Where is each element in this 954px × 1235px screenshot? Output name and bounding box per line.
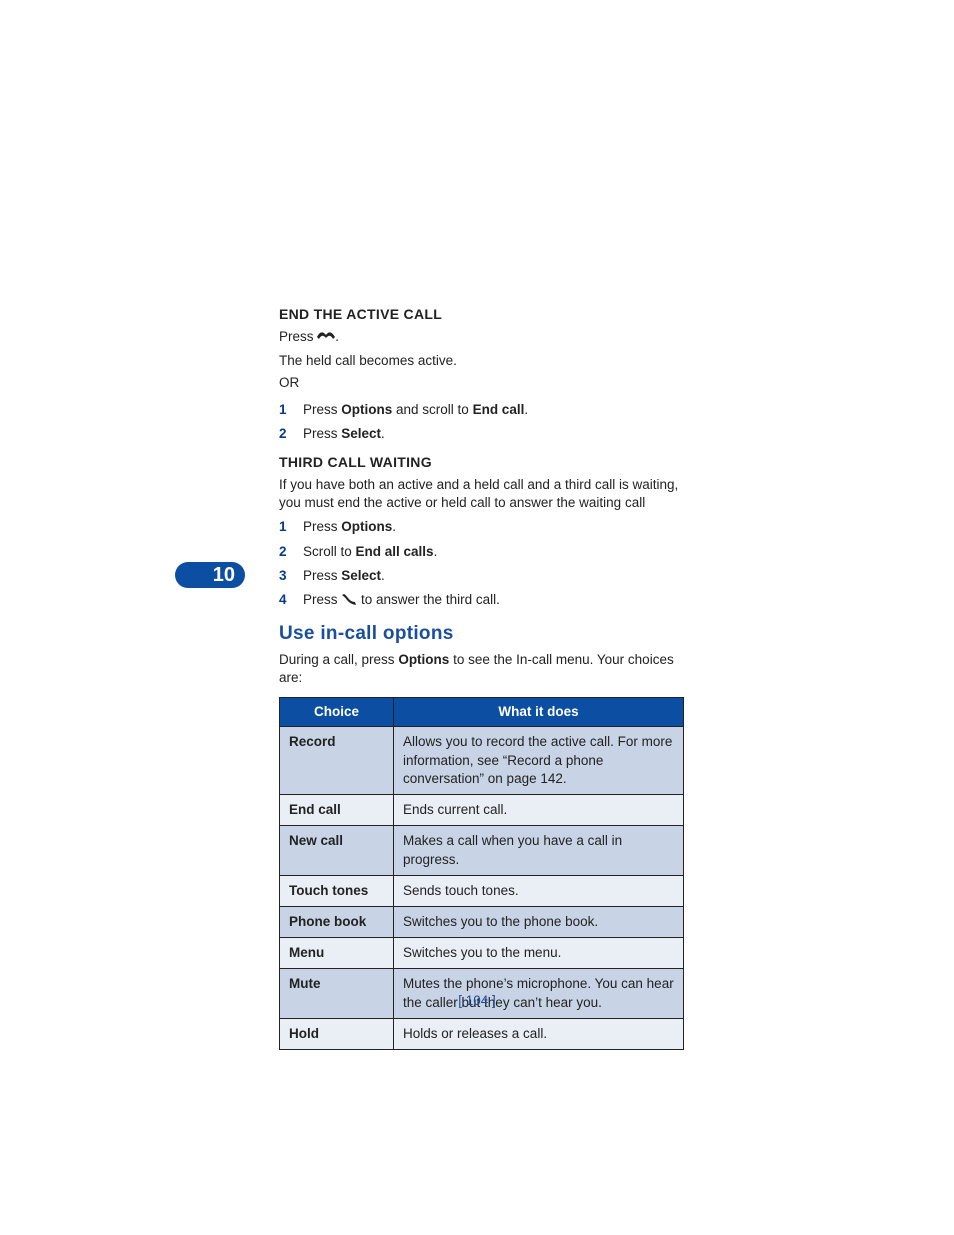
table-header-choice: Choice [280,698,394,727]
list-item: 1 Press Options and scroll to End call. [279,401,684,419]
held-becomes-active: The held call becomes active. [279,352,684,370]
table-cell-desc: Allows you to record the active call. Fo… [394,727,684,795]
table-cell-desc: Switches you to the phone book. [394,907,684,938]
step-text: Press Options and scroll to End call. [303,401,684,419]
press-end-line: Press . [279,328,684,348]
list-item: 2 Press Select. [279,425,684,443]
list-item: 3 Press Select. [279,567,684,585]
table-cell-choice: Menu [280,938,394,969]
table-cell-desc: Sends touch tones. [394,875,684,906]
table-row: End call Ends current call. [280,795,684,826]
press-prefix: Press [279,329,317,344]
answer-call-key-icon [341,593,357,611]
table-cell-desc: Holds or releases a call. [394,1018,684,1049]
table-cell-choice: Record [280,727,394,795]
table-cell-choice: End call [280,795,394,826]
table-cell-choice: Touch tones [280,875,394,906]
table-header-row: Choice What it does [280,698,684,727]
list-item: 1 Press Options. [279,518,684,536]
end-call-key-icon [317,330,335,348]
step-text: Press to answer the third call. [303,591,684,611]
press-suffix: . [335,329,339,344]
step-number: 1 [279,401,291,419]
table-row: New call Makes a call when you have a ca… [280,826,684,875]
table-row: Menu Switches you to the menu. [280,938,684,969]
page-number: [ 104 ] [0,992,954,1010]
table-cell-desc: Switches you to the menu. [394,938,684,969]
table-cell-choice: Phone book [280,907,394,938]
table-cell-desc: Makes a call when you have a call in pro… [394,826,684,875]
table-cell-desc: Ends current call. [394,795,684,826]
step-text: Press Select. [303,567,684,585]
table-row: Phone book Switches you to the phone boo… [280,907,684,938]
page-content: END THE ACTIVE CALL Press . The held cal… [279,305,684,1050]
table-row: Hold Holds or releases a call. [280,1018,684,1049]
list-item: 2 Scroll to End all calls. [279,543,684,561]
in-call-intro: During a call, press Options to see the … [279,651,684,687]
step-text: Scroll to End all calls. [303,543,684,561]
table-row: Touch tones Sends touch tones. [280,875,684,906]
step-number: 4 [279,591,291,609]
page: 10 END THE ACTIVE CALL Press . The held … [0,0,954,1235]
steps-third-call: 1 Press Options. 2 Scroll to End all cal… [279,518,684,611]
step-number: 3 [279,567,291,585]
third-call-intro: If you have both an active and a held ca… [279,476,684,512]
step-number: 2 [279,543,291,561]
step-number: 2 [279,425,291,443]
table-header-desc: What it does [394,698,684,727]
step-text: Press Options. [303,518,684,536]
section-heading-end-active-call: END THE ACTIVE CALL [279,305,684,324]
chapter-number: 10 [213,562,235,589]
steps-end-active: 1 Press Options and scroll to End call. … [279,401,684,443]
section-heading-third-call: THIRD CALL WAITING [279,453,684,472]
table-cell-choice: Hold [280,1018,394,1049]
or-separator: OR [279,374,684,392]
subsection-title: Use in-call options [279,621,684,647]
step-text: Press Select. [303,425,684,443]
table-cell-choice: New call [280,826,394,875]
step-number: 1 [279,518,291,536]
list-item: 4 Press to answer the third call. [279,591,684,611]
chapter-tab: 10 [175,562,245,588]
table-row: Record Allows you to record the active c… [280,727,684,795]
